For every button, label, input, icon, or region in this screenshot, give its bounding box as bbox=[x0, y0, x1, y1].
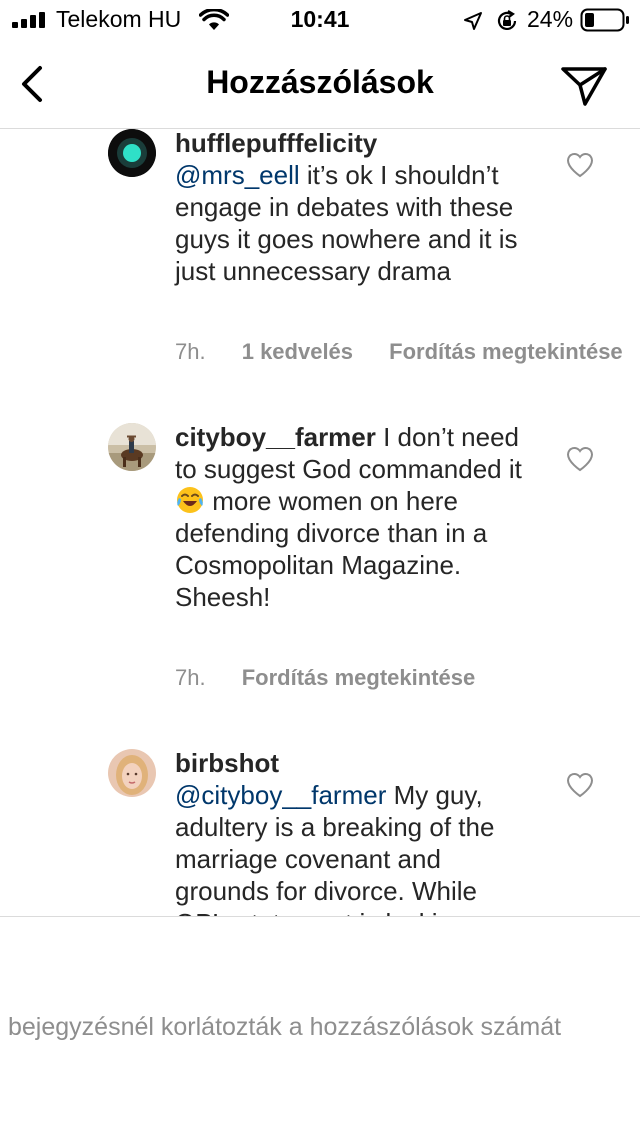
comment-body-continued: more women on here defending divorce tha… bbox=[175, 486, 488, 612]
comment-mention[interactable]: @mrs_eell bbox=[175, 160, 300, 190]
status-bar: Telekom HU 10:41 24% bbox=[0, 0, 640, 40]
comment-item: birbshot @cityboy__farmer My guy, adulte… bbox=[0, 747, 640, 916]
rotation-lock-icon bbox=[497, 10, 517, 30]
comment-meta: 7h. 1 kedvelés Fordítás megtekintése bbox=[175, 339, 640, 365]
comment-mention[interactable]: @cityboy__farmer bbox=[175, 780, 386, 810]
comment-list[interactable]: hufflepufffelicity @mrs_eell it’s ok I s… bbox=[0, 129, 640, 916]
avatar-image bbox=[108, 129, 156, 177]
comment-username[interactable]: hufflepufffelicity bbox=[175, 129, 377, 158]
comment-username[interactable]: cityboy__farmer bbox=[175, 422, 376, 452]
comment-username[interactable]: birbshot bbox=[175, 748, 279, 778]
translate-link[interactable]: Fordítás megtekintése bbox=[242, 665, 476, 691]
comment-text: hufflepufffelicity @mrs_eell it’s ok I s… bbox=[175, 129, 535, 287]
comment-text: birbshot @cityboy__farmer My guy, adulte… bbox=[175, 747, 535, 916]
battery-percentage: 24% bbox=[527, 6, 574, 32]
avatar-image bbox=[108, 749, 156, 797]
avatar[interactable] bbox=[108, 129, 156, 177]
like-heart-icon[interactable] bbox=[565, 771, 595, 799]
face-with-tears-of-joy-icon bbox=[177, 487, 203, 513]
page-title: Hozzászólások bbox=[206, 64, 434, 100]
comments-limited-notice: bejegyzésnél korlátozták a hozzászólások… bbox=[8, 1013, 562, 1041]
comment-time: 7h. bbox=[175, 339, 206, 364]
like-heart-icon[interactable] bbox=[565, 151, 595, 179]
comment-meta: 7h. Fordítás megtekintése bbox=[175, 665, 505, 691]
comment-time: 7h. bbox=[175, 665, 206, 690]
avatar-image bbox=[108, 423, 156, 471]
comment-item: hufflepufffelicity @mrs_eell it’s ok I s… bbox=[0, 129, 640, 389]
comment-text: cityboy__farmer I don’t need to suggest … bbox=[175, 421, 535, 613]
comment-item: cityboy__farmer I don’t need to suggest … bbox=[0, 421, 640, 723]
comment-likes[interactable]: 1 kedvelés bbox=[242, 339, 353, 365]
send-icon[interactable] bbox=[558, 60, 610, 108]
location-arrow-icon bbox=[464, 12, 482, 30]
translate-link[interactable]: Fordítás megtekintése bbox=[389, 339, 623, 365]
like-heart-icon[interactable] bbox=[565, 445, 595, 473]
avatar[interactable] bbox=[108, 749, 156, 797]
avatar[interactable] bbox=[108, 423, 156, 471]
header: Hozzászólások bbox=[0, 40, 640, 129]
comments-limited-footer: bejegyzésnél korlátozták a hozzászólások… bbox=[0, 916, 640, 1137]
battery-icon bbox=[580, 8, 629, 32]
